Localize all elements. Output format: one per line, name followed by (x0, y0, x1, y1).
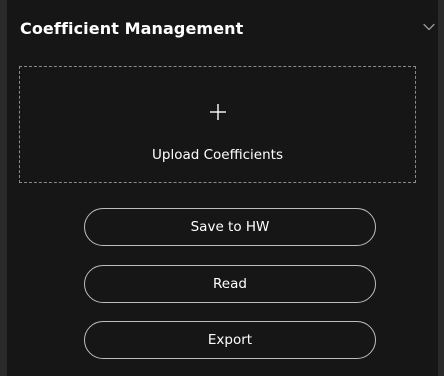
coefficient-management-panel: Coefficient Management Upload Coefficien… (7, 0, 438, 376)
panel-title: Coefficient Management (20, 19, 244, 38)
chevron-down-icon[interactable] (422, 20, 436, 34)
export-button[interactable]: Export (84, 321, 376, 359)
upload-coefficients-dropzone[interactable]: Upload Coefficients (19, 66, 416, 183)
read-button[interactable]: Read (84, 265, 376, 303)
save-to-hw-button[interactable]: Save to HW (84, 208, 376, 246)
upload-label: Upload Coefficients (152, 147, 283, 163)
plus-icon (209, 103, 227, 121)
panel-header[interactable]: Coefficient Management (7, 0, 438, 56)
page: Coefficient Management Upload Coefficien… (0, 0, 444, 376)
